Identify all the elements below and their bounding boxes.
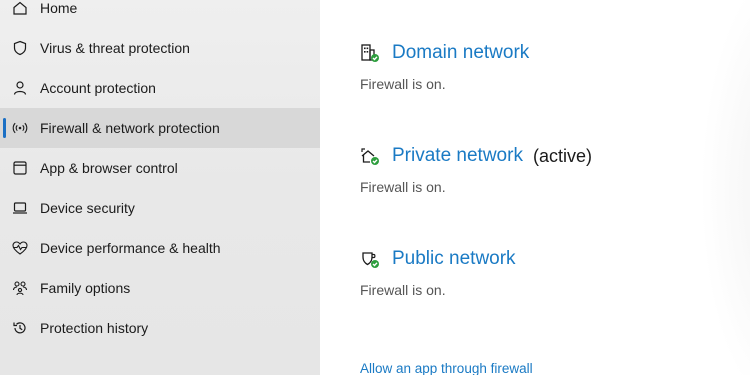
sidebar-item-device-security[interactable]: Device security bbox=[0, 188, 320, 228]
sidebar-item-family-options[interactable]: Family options bbox=[0, 268, 320, 308]
sidebar-item-label: Device security bbox=[40, 200, 135, 216]
domain-network-header[interactable]: Domain network bbox=[360, 39, 529, 67]
public-network-link[interactable]: Public network bbox=[392, 248, 516, 270]
windows-security-window: Home Virus & threat protection Account p… bbox=[0, 0, 750, 375]
active-badge: (active) bbox=[532, 145, 592, 166]
sidebar-item-firewall-network-protection[interactable]: Firewall & network protection bbox=[0, 108, 320, 148]
domain-network-link[interactable]: Domain network bbox=[392, 42, 529, 64]
allow-app-through-firewall-link[interactable]: Allow an app through firewall bbox=[360, 361, 533, 375]
laptop-icon bbox=[12, 200, 28, 216]
sidebar: Home Virus & threat protection Account p… bbox=[0, 0, 320, 375]
heart-pulse-icon bbox=[12, 240, 28, 256]
sidebar-item-app-browser-control[interactable]: App & browser control bbox=[0, 148, 320, 188]
private-network-section: Private network (active) Firewall is on. bbox=[360, 142, 592, 195]
browser-window-icon bbox=[12, 160, 28, 176]
private-network-link[interactable]: Private network bbox=[392, 145, 523, 167]
sidebar-item-label: Protection history bbox=[40, 320, 149, 336]
sidebar-item-device-performance-health[interactable]: Device performance & health bbox=[0, 228, 320, 268]
family-icon bbox=[12, 280, 28, 296]
sidebar-item-label: Device performance & health bbox=[40, 240, 221, 256]
sidebar-item-home[interactable]: Home bbox=[0, 0, 320, 28]
sidebar-item-label: Account protection bbox=[40, 80, 156, 96]
private-network-icon bbox=[360, 146, 380, 166]
sidebar-item-label: App & browser control bbox=[40, 160, 178, 176]
sidebar-item-label: Family options bbox=[40, 280, 131, 296]
domain-network-section: Domain network Firewall is on. bbox=[360, 39, 529, 92]
domain-network-icon bbox=[360, 43, 380, 63]
antenna-icon bbox=[12, 120, 28, 136]
private-network-header[interactable]: Private network (active) bbox=[360, 142, 592, 170]
sidebar-item-account-protection[interactable]: Account protection bbox=[0, 68, 320, 108]
public-network-header[interactable]: Public network bbox=[360, 245, 516, 273]
private-network-status: Firewall is on. bbox=[360, 179, 446, 195]
home-icon bbox=[12, 0, 28, 16]
person-icon bbox=[12, 80, 28, 96]
sidebar-item-label: Firewall & network protection bbox=[40, 120, 220, 136]
sidebar-item-virus-threat-protection[interactable]: Virus & threat protection bbox=[0, 28, 320, 68]
sidebar-item-protection-history[interactable]: Protection history bbox=[0, 308, 320, 348]
public-network-status: Firewall is on. bbox=[360, 282, 446, 298]
main-content: Domain network Firewall is on. Private n… bbox=[320, 0, 750, 375]
shield-icon bbox=[12, 40, 28, 56]
public-network-section: Public network Firewall is on. bbox=[360, 245, 516, 298]
history-icon bbox=[12, 320, 28, 336]
domain-network-status: Firewall is on. bbox=[360, 76, 446, 92]
sidebar-item-label: Virus & threat protection bbox=[40, 40, 190, 56]
public-network-icon bbox=[360, 249, 380, 269]
sidebar-item-label: Home bbox=[40, 0, 78, 16]
